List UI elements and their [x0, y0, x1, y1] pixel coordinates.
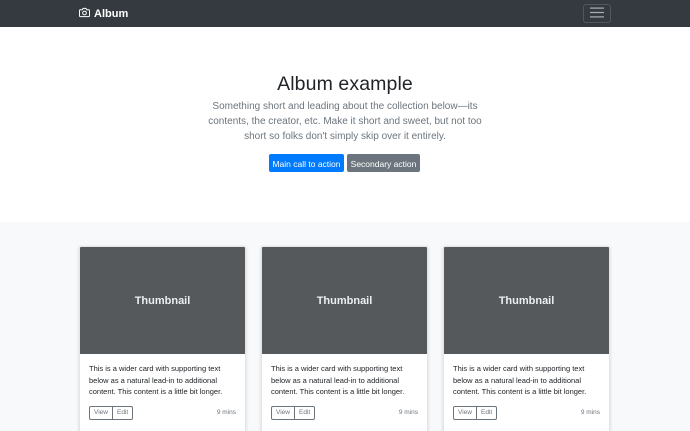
card-timestamp: 9 mins — [216, 409, 236, 416]
brand-link[interactable]: Album — [78, 6, 129, 21]
card-thumbnail: Thumbnail — [80, 247, 245, 354]
album-section: Thumbnail This is a wider card with supp… — [0, 222, 690, 431]
view-button[interactable]: View — [89, 406, 113, 420]
thumbnail-label: Thumbnail — [498, 294, 555, 307]
card-button-group: View Edit — [453, 406, 498, 420]
navbar: Album — [0, 0, 690, 27]
view-button[interactable]: View — [271, 406, 295, 420]
secondary-action-button[interactable]: Secondary action — [347, 154, 420, 172]
camera-icon — [78, 7, 94, 21]
view-button[interactable]: View — [453, 406, 477, 420]
card-button-group: View Edit — [89, 406, 134, 420]
main-call-to-action-button[interactable]: Main call to action — [269, 154, 344, 172]
lead-text: Something short and leading about the co… — [208, 101, 482, 142]
album-card: Thumbnail This is a wider card with supp… — [443, 246, 610, 431]
card-thumbnail: Thumbnail — [262, 247, 427, 354]
edit-button[interactable]: Edit — [294, 406, 316, 420]
album-card: Thumbnail This is a wider card with supp… — [261, 246, 428, 431]
card-thumbnail: Thumbnail — [444, 247, 609, 354]
hamburger-menu-icon — [590, 5, 604, 23]
jumbotron: Album example Something short and leadin… — [0, 27, 690, 222]
album-card: Thumbnail This is a wider card with supp… — [79, 246, 246, 431]
thumbnail-label: Thumbnail — [316, 294, 373, 307]
card-text: This is a wider card with supporting tex… — [453, 364, 587, 396]
brand-label: Album — [94, 7, 129, 20]
thumbnail-label: Thumbnail — [134, 294, 191, 307]
card-text: This is a wider card with supporting tex… — [271, 364, 405, 396]
card-timestamp: 9 mins — [398, 409, 418, 416]
edit-button[interactable]: Edit — [476, 406, 498, 420]
page-title: Album example — [277, 73, 413, 95]
card-timestamp: 9 mins — [580, 409, 600, 416]
edit-button[interactable]: Edit — [112, 406, 134, 420]
card-button-group: View Edit — [271, 406, 316, 420]
navbar-toggler-button[interactable] — [583, 4, 611, 23]
card-text: This is a wider card with supporting tex… — [89, 364, 223, 396]
